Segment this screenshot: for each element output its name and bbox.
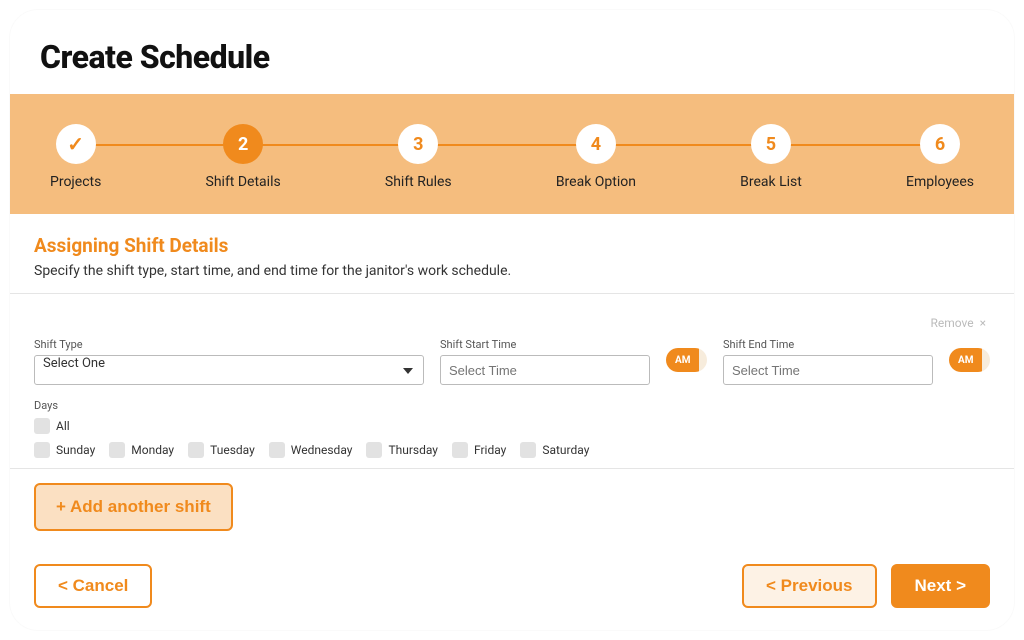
day-label: Wednesday — [291, 443, 353, 457]
checkbox-icon[interactable] — [109, 442, 125, 458]
start-am-option[interactable]: AM — [666, 348, 699, 372]
day-thursday[interactable]: Thursday — [366, 442, 438, 458]
add-another-shift-button[interactable]: + Add another shift — [34, 483, 233, 531]
shift-type-label: Shift Type — [34, 338, 424, 351]
step-projects[interactable]: ✓ Projects — [50, 124, 101, 190]
days-label: Days — [34, 399, 990, 412]
day-label: Saturday — [542, 443, 589, 457]
day-saturday[interactable]: Saturday — [520, 442, 589, 458]
step-shift-details[interactable]: 2 Shift Details — [206, 124, 281, 190]
end-pm-option[interactable]: PM — [982, 348, 990, 372]
cancel-button[interactable]: < Cancel — [34, 564, 152, 608]
start-time-input[interactable] — [440, 355, 650, 385]
wizard-card: Create Schedule ✓ Projects 2 Shift Detai… — [10, 10, 1014, 630]
step-circle: 6 — [920, 124, 960, 164]
previous-button[interactable]: < Previous — [742, 564, 876, 608]
day-label: Sunday — [56, 443, 95, 457]
step-shift-rules[interactable]: 3 Shift Rules — [385, 124, 452, 190]
section-title: Assigning Shift Details — [34, 234, 990, 257]
divider — [10, 293, 1014, 294]
day-all[interactable]: All — [34, 418, 70, 434]
step-label: Shift Rules — [385, 174, 452, 190]
remove-label: Remove — [931, 316, 974, 330]
step-circle-active: 2 — [223, 124, 263, 164]
checkbox-icon[interactable] — [366, 442, 382, 458]
wizard-footer: < Cancel < Previous Next > — [34, 564, 990, 608]
checkbox-icon[interactable] — [452, 442, 468, 458]
checkbox-icon[interactable] — [188, 442, 204, 458]
close-icon: × — [980, 316, 986, 330]
day-label: Tuesday — [210, 443, 255, 457]
day-friday[interactable]: Friday — [452, 442, 506, 458]
start-pm-option[interactable]: PM — [699, 348, 707, 372]
start-time-label: Shift Start Time — [440, 338, 650, 351]
divider — [10, 468, 1014, 469]
day-label: Monday — [131, 443, 174, 457]
start-time-field: Shift Start Time — [440, 338, 650, 385]
remove-shift-row: Remove × — [34, 316, 990, 330]
footer-right: < Previous Next > — [742, 564, 990, 608]
checkbox-icon[interactable] — [34, 418, 50, 434]
day-sunday[interactable]: Sunday — [34, 442, 95, 458]
check-icon: ✓ — [67, 134, 84, 154]
day-tuesday[interactable]: Tuesday — [188, 442, 255, 458]
step-break-option[interactable]: 4 Break Option — [556, 124, 636, 190]
page-title: Create Schedule — [10, 10, 1014, 94]
step-circle: 3 — [398, 124, 438, 164]
end-am-option[interactable]: AM — [949, 348, 982, 372]
step-break-list[interactable]: 5 Break List — [740, 124, 802, 190]
checkbox-icon[interactable] — [520, 442, 536, 458]
stepper: ✓ Projects 2 Shift Details 3 Shift Rules… — [10, 94, 1014, 214]
day-all-label: All — [56, 419, 70, 433]
day-label: Thursday — [388, 443, 438, 457]
step-label: Employees — [906, 174, 974, 190]
day-wednesday[interactable]: Wednesday — [269, 442, 353, 458]
end-time-input[interactable] — [723, 355, 933, 385]
end-time-field: Shift End Time — [723, 338, 933, 385]
step-label: Break List — [740, 174, 802, 190]
next-button[interactable]: Next > — [891, 564, 991, 608]
day-label: Friday — [474, 443, 506, 457]
step-label: Break Option — [556, 174, 636, 190]
step-circle: 5 — [751, 124, 791, 164]
step-label: Projects — [50, 174, 101, 190]
step-circle: 4 — [576, 124, 616, 164]
step-label: Shift Details — [206, 174, 281, 190]
remove-shift-button[interactable]: Remove × — [931, 316, 987, 330]
shift-type-field: Shift Type Select One — [34, 338, 424, 385]
end-time-label: Shift End Time — [723, 338, 933, 351]
end-ampm-toggle[interactable]: AM PM — [949, 348, 990, 372]
days-list-row: Sunday Monday Tuesday Wednesday Thursday… — [34, 442, 990, 458]
content-area: Assigning Shift Details Specify the shif… — [10, 214, 1014, 531]
checkbox-icon[interactable] — [34, 442, 50, 458]
section-description: Specify the shift type, start time, and … — [34, 263, 990, 279]
shift-form-row: Shift Type Select One Shift Start Time A… — [34, 338, 990, 385]
shift-type-select[interactable]: Select One — [34, 355, 424, 385]
days-all-row: All — [34, 418, 990, 434]
step-employees[interactable]: 6 Employees — [906, 124, 974, 190]
start-ampm-toggle[interactable]: AM PM — [666, 348, 707, 372]
checkbox-icon[interactable] — [269, 442, 285, 458]
step-circle-done: ✓ — [56, 124, 96, 164]
day-monday[interactable]: Monday — [109, 442, 174, 458]
